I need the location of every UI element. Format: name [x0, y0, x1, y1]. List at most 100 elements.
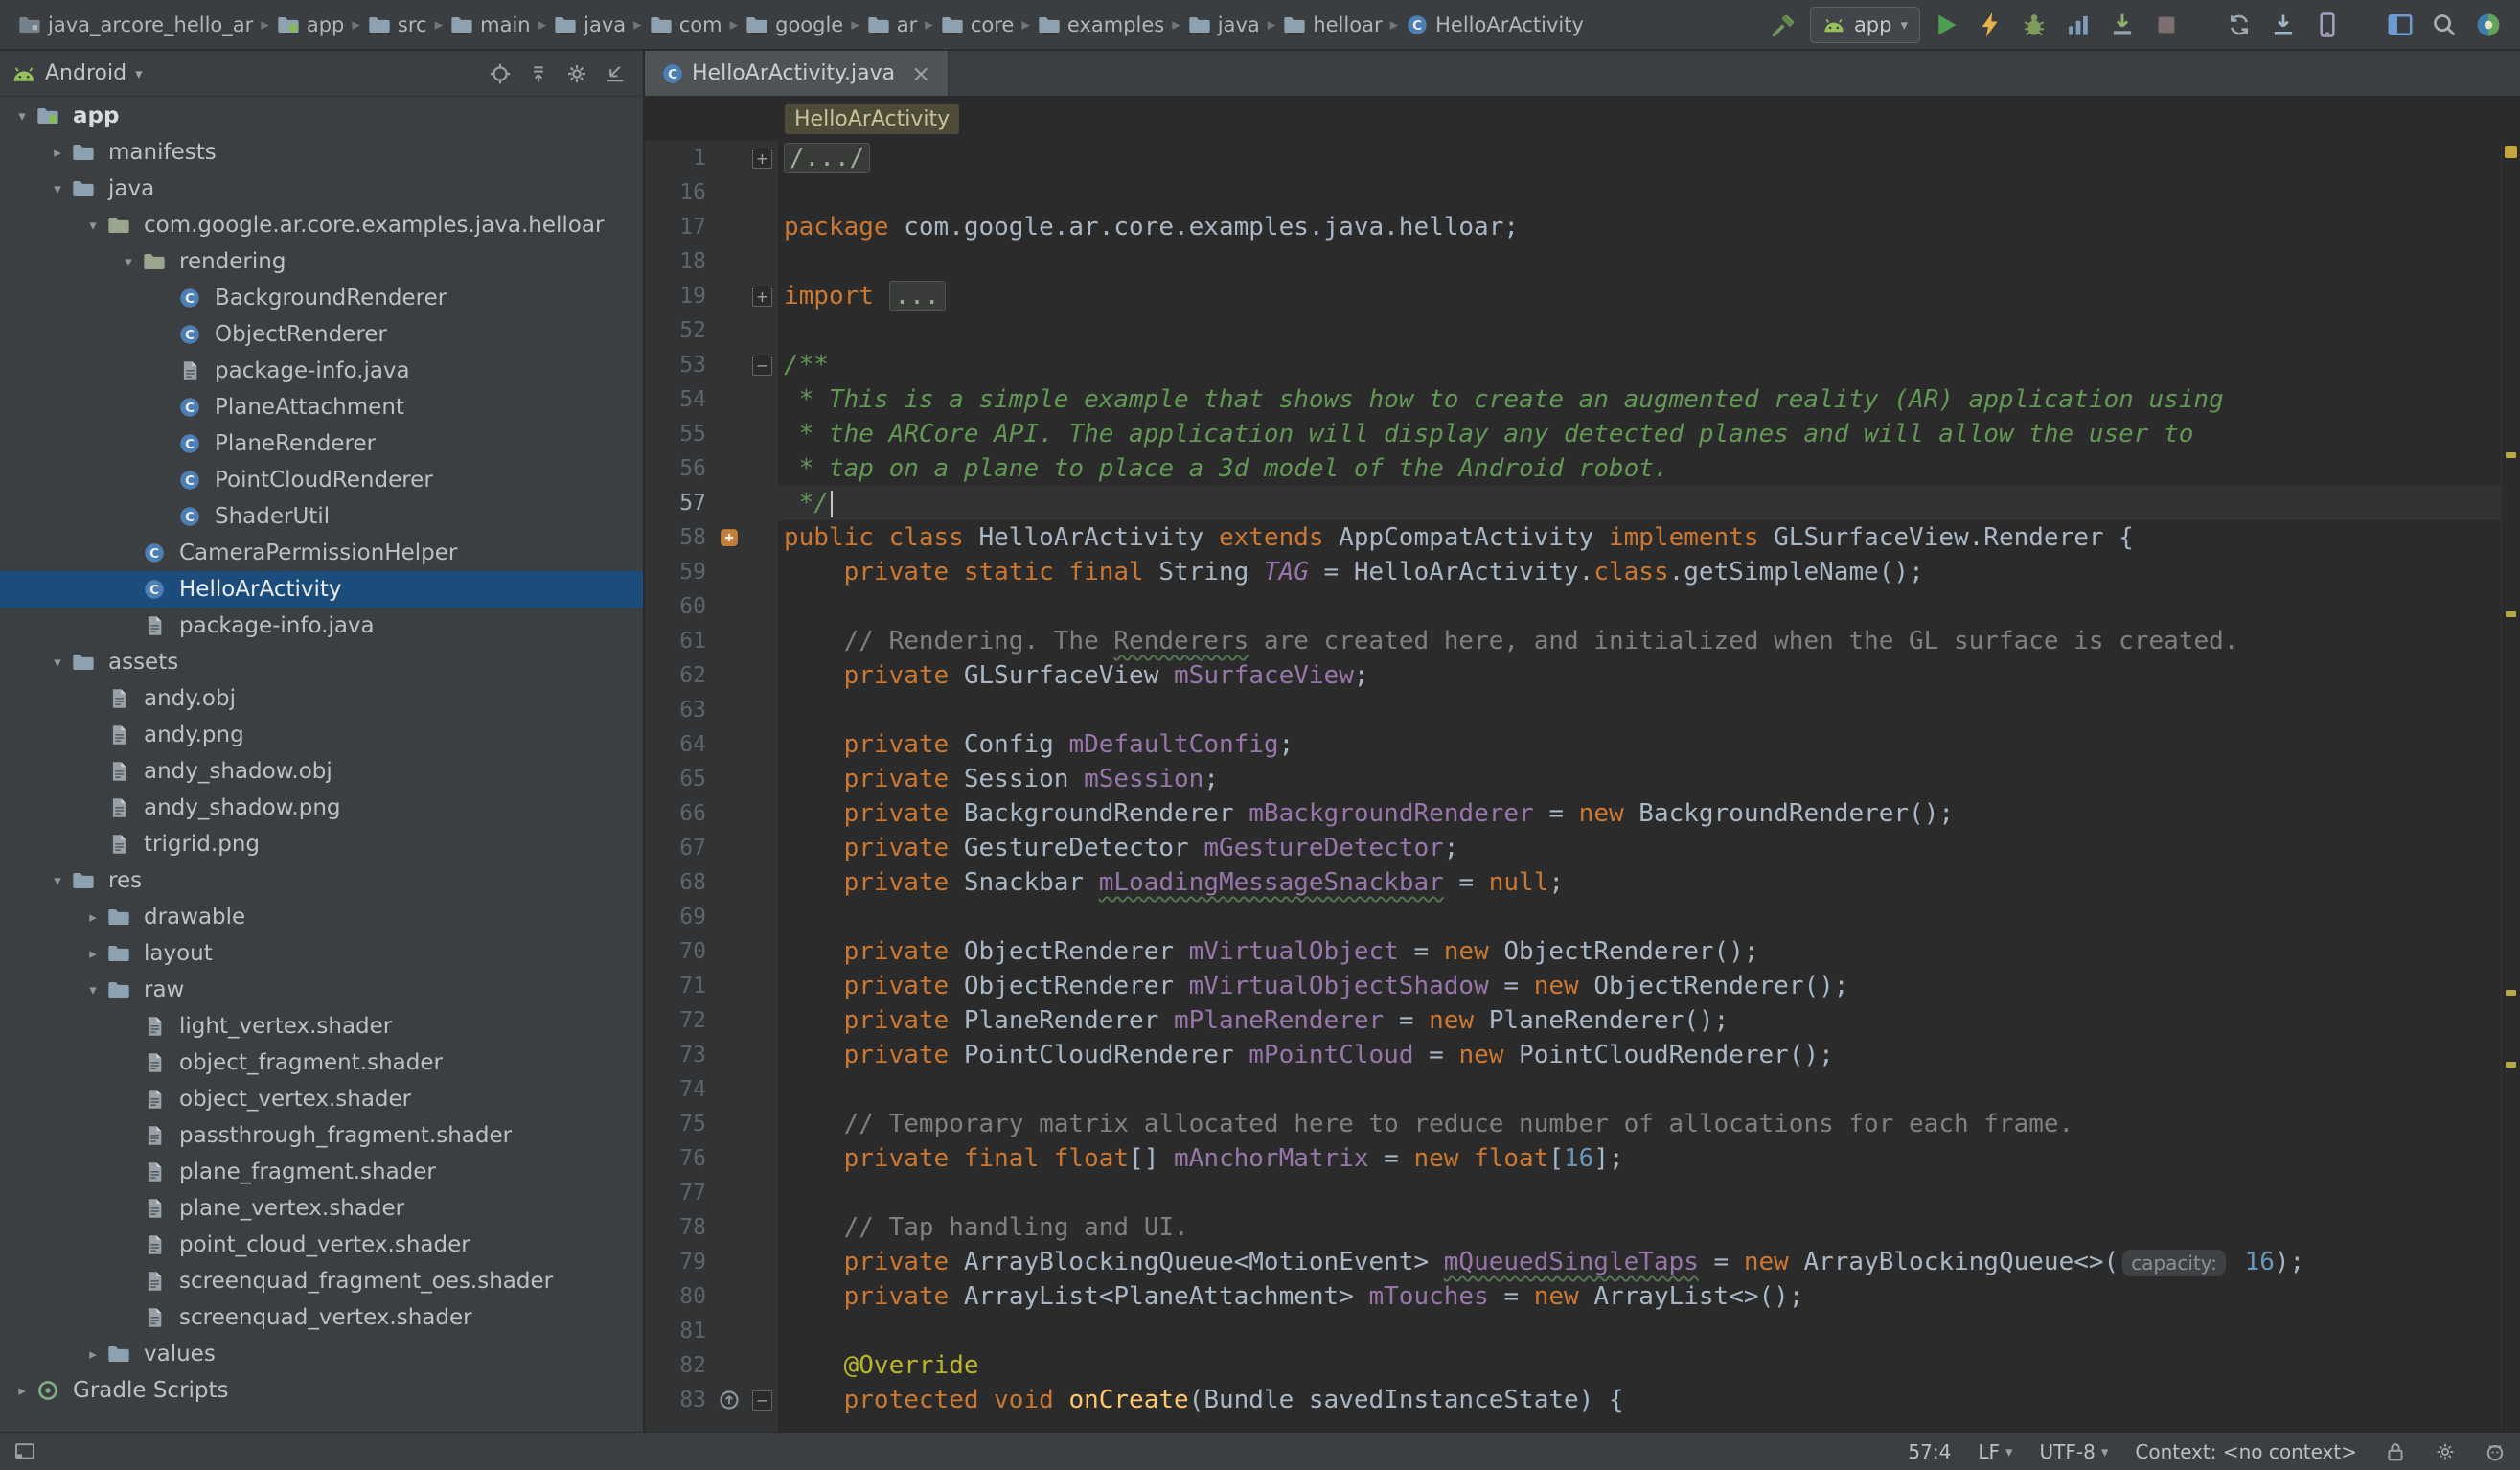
- tree-row[interactable]: CHelloArActivity: [0, 571, 643, 608]
- code-line[interactable]: 79 private ArrayBlockingQueue<MotionEven…: [645, 1245, 2501, 1279]
- tree-row[interactable]: ▸manifests: [0, 134, 643, 171]
- breadcrumb-item[interactable]: main: [446, 11, 535, 38]
- tree-row[interactable]: CCameraPermissionHelper: [0, 535, 643, 571]
- tree-row[interactable]: object_vertex.shader: [0, 1081, 643, 1117]
- tree-row[interactable]: CObjectRenderer: [0, 316, 643, 353]
- breadcrumb-item[interactable]: java: [549, 11, 630, 38]
- code-line[interactable]: 19+import ...: [645, 279, 2501, 313]
- tree-row[interactable]: trigrid.png: [0, 826, 643, 862]
- code-text[interactable]: protected void onCreate(Bundle savedInst…: [784, 1386, 1624, 1414]
- breadcrumb-item[interactable]: ar: [862, 11, 923, 38]
- code-line[interactable]: 68 private Snackbar mLoadingMessageSnack…: [645, 865, 2501, 900]
- code-text[interactable]: private ArrayBlockingQueue<MotionEvent> …: [784, 1248, 2304, 1276]
- code-text[interactable]: /**: [784, 351, 829, 379]
- tree-open-arrow-icon[interactable]: ▾: [8, 107, 36, 125]
- fold-plus-icon[interactable]: +: [746, 287, 778, 307]
- tree-row[interactable]: andy_shadow.obj: [0, 753, 643, 790]
- tree-row[interactable]: CPointCloudRenderer: [0, 462, 643, 498]
- code-text[interactable]: */: [784, 489, 833, 517]
- code-text[interactable]: private ObjectRenderer mVirtualObject = …: [784, 937, 1759, 966]
- code-line[interactable]: 70 private ObjectRenderer mVirtualObject…: [645, 934, 2501, 969]
- tree-row[interactable]: passthrough_fragment.shader: [0, 1117, 643, 1154]
- tree-row[interactable]: CPlaneRenderer: [0, 425, 643, 462]
- code-line[interactable]: 75 // Temporary matrix allocated here to…: [645, 1107, 2501, 1141]
- collapse-all-button[interactable]: [522, 57, 555, 90]
- code-line[interactable]: 69: [645, 900, 2501, 934]
- tree-closed-arrow-icon[interactable]: ▸: [79, 908, 107, 926]
- tree-row[interactable]: screenquad_fragment_oes.shader: [0, 1263, 643, 1299]
- code-line[interactable]: 63: [645, 693, 2501, 727]
- highlighting-level-button[interactable]: [2484, 1440, 2507, 1463]
- code-line[interactable]: 76 private final float[] mAnchorMatrix =…: [645, 1141, 2501, 1176]
- tree-row[interactable]: ▾app: [0, 98, 643, 134]
- code-line[interactable]: 62 private GLSurfaceView mSurfaceView;: [645, 658, 2501, 693]
- breadcrumb-item[interactable]: java_arcore_hello_ar: [13, 11, 258, 38]
- stop-button[interactable]: [2148, 7, 2185, 43]
- tree-open-arrow-icon[interactable]: ▾: [43, 872, 72, 889]
- toolwindows-button[interactable]: [2382, 7, 2418, 43]
- tree-row[interactable]: CShaderUtil: [0, 498, 643, 535]
- tree-row[interactable]: ▾res: [0, 862, 643, 899]
- breadcrumb-item[interactable]: google: [741, 11, 848, 38]
- code-line[interactable]: 17package com.google.ar.core.examples.ja…: [645, 210, 2501, 244]
- run-button[interactable]: [1928, 7, 1964, 43]
- code-text[interactable]: * the ARCore API. The application will d…: [784, 420, 2193, 448]
- breadcrumb-item[interactable]: core: [936, 11, 1019, 38]
- code-text[interactable]: * This is a simple example that shows ho…: [784, 385, 2224, 414]
- code-text[interactable]: private static final String TAG = HelloA…: [784, 558, 1924, 586]
- run-config-selector[interactable]: app ▾: [1810, 7, 1920, 43]
- warning-stripe-mark[interactable]: [2506, 1062, 2516, 1068]
- code-line[interactable]: 72 private PlaneRenderer mPlaneRenderer …: [645, 1003, 2501, 1038]
- tree-row[interactable]: ▸values: [0, 1336, 643, 1372]
- code-line[interactable]: 61 // Rendering. The Renderers are creat…: [645, 624, 2501, 658]
- tree-row[interactable]: plane_fragment.shader: [0, 1154, 643, 1190]
- profile-button[interactable]: [2060, 7, 2096, 43]
- tree-closed-arrow-icon[interactable]: ▸: [43, 144, 72, 161]
- attach-debugger-button[interactable]: [2104, 7, 2141, 43]
- tree-row[interactable]: ▾raw: [0, 972, 643, 1008]
- code-line[interactable]: 52: [645, 313, 2501, 348]
- tree-row[interactable]: light_vertex.shader: [0, 1008, 643, 1045]
- code-line[interactable]: 73 private PointCloudRenderer mPointClou…: [645, 1038, 2501, 1072]
- breadcrumb-item[interactable]: CHelloArActivity: [1401, 11, 1589, 38]
- code-text[interactable]: // Temporary matrix allocated here to re…: [784, 1110, 2073, 1138]
- tree-closed-arrow-icon[interactable]: ▸: [79, 1345, 107, 1363]
- code-text[interactable]: private GLSurfaceView mSurfaceView;: [784, 661, 1369, 690]
- class-marker-gutter-icon[interactable]: [712, 527, 746, 548]
- code-line[interactable]: 83− protected void onCreate(Bundle saved…: [645, 1383, 2501, 1417]
- tree-row[interactable]: andy.obj: [0, 680, 643, 717]
- fold-plus-icon[interactable]: +: [746, 149, 778, 169]
- code-line[interactable]: 56 * tap on a plane to place a 3d model …: [645, 451, 2501, 486]
- tree-row[interactable]: ▾java: [0, 171, 643, 207]
- code-text[interactable]: @Override: [784, 1351, 979, 1380]
- tree-row[interactable]: ▾assets: [0, 644, 643, 680]
- code-line[interactable]: 57 */: [645, 486, 2501, 520]
- project-view-selector[interactable]: Android: [45, 61, 126, 85]
- code-text[interactable]: private BackgroundRenderer mBackgroundRe…: [784, 799, 1954, 828]
- line-separator-selector[interactable]: LF ▾: [1978, 1440, 2012, 1463]
- code-text[interactable]: package com.google.ar.core.examples.java…: [784, 213, 1519, 241]
- write-access-button[interactable]: [2384, 1440, 2407, 1463]
- code-text[interactable]: private ObjectRenderer mVirtualObjectSha…: [784, 972, 1848, 1000]
- code-text[interactable]: private GestureDetector mGestureDetector…: [784, 834, 1458, 862]
- code-line[interactable]: 55 * the ARCore API. The application wil…: [645, 417, 2501, 451]
- tree-open-arrow-icon[interactable]: ▾: [43, 180, 72, 197]
- code-line[interactable]: 60: [645, 589, 2501, 624]
- code-line[interactable]: 77: [645, 1176, 2501, 1210]
- code-line[interactable]: 80 private ArrayList<PlaneAttachment> mT…: [645, 1279, 2501, 1314]
- code-line[interactable]: 54 * This is a simple example that shows…: [645, 382, 2501, 417]
- code-line[interactable]: 66 private BackgroundRenderer mBackgroun…: [645, 796, 2501, 831]
- code-lines[interactable]: 1+/.../1617package com.google.ar.core.ex…: [645, 141, 2501, 1417]
- code-text[interactable]: private Snackbar mLoadingMessageSnackbar…: [784, 868, 1564, 897]
- tree-closed-arrow-icon[interactable]: ▸: [79, 945, 107, 962]
- breadcrumb-item[interactable]: examples: [1033, 11, 1169, 38]
- caret-position[interactable]: 57:4: [1908, 1440, 1951, 1463]
- code-text[interactable]: private PlaneRenderer mPlaneRenderer = n…: [784, 1006, 1729, 1035]
- breadcrumb-item[interactable]: helloar: [1278, 11, 1386, 38]
- tree-row[interactable]: object_fragment.shader: [0, 1045, 643, 1081]
- tree-open-arrow-icon[interactable]: ▾: [79, 981, 107, 999]
- code-line[interactable]: 53−/**: [645, 348, 2501, 382]
- code-line[interactable]: 16: [645, 175, 2501, 210]
- avd-manager-button[interactable]: [2309, 7, 2346, 43]
- code-text[interactable]: private ArrayList<PlaneAttachment> mTouc…: [784, 1282, 1803, 1311]
